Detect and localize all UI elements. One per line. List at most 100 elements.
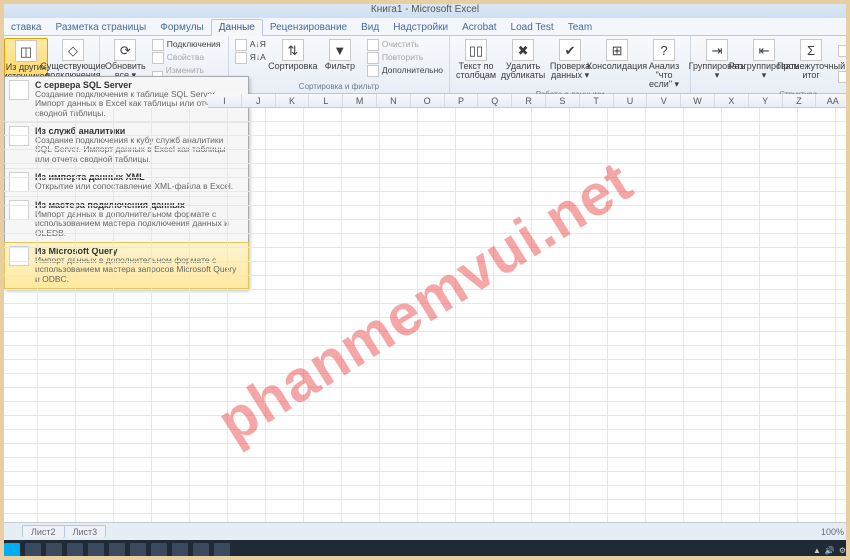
window-titlebar: Книга1 - Microsoft Excel	[0, 0, 850, 18]
consolidate-icon: ⊞	[606, 39, 628, 61]
system-tray[interactable]: ▲ 🔊 ⚙	[813, 546, 846, 555]
col-header[interactable]: AA	[816, 94, 850, 107]
tab-review[interactable]: Рецензирование	[263, 20, 354, 35]
spreadsheet-grid[interactable]: I J K L M N O P Q R S T U V W X Y Z AA	[0, 94, 850, 522]
data-validation-button[interactable]: ✔Проверкаданных ▾	[548, 38, 592, 90]
col-header[interactable]: O	[411, 94, 445, 107]
tab-addins[interactable]: Надстройки	[386, 20, 455, 35]
sort-az-icon	[235, 39, 247, 51]
column-headers[interactable]: I J K L M N O P Q R S T U V W X Y Z AA	[208, 94, 850, 108]
sort-az-button[interactable]: А↓Я	[233, 38, 268, 51]
zoom-level[interactable]: 100%	[821, 527, 850, 537]
sort-za-button[interactable]: Я↓А	[233, 51, 268, 64]
rd-l2: дубликаты	[501, 70, 545, 80]
st-l2: итог	[802, 70, 819, 80]
whatif-icon: ?	[653, 39, 675, 61]
taskbar-icon[interactable]	[193, 543, 209, 557]
cells-area[interactable]	[0, 108, 850, 522]
tab-formulas[interactable]: Формулы	[153, 20, 211, 35]
col-header[interactable]: I	[208, 94, 242, 107]
reapply-label: Повторить	[382, 51, 424, 64]
tab-data[interactable]: Данные	[211, 19, 263, 36]
col-header[interactable]: X	[715, 94, 749, 107]
sort-za-icon	[235, 52, 247, 64]
sheet-tab-bar: Лист2 Лист3 100%	[0, 522, 850, 540]
whatif-button[interactable]: ?Анализ"что если" ▾	[642, 38, 686, 90]
tab-loadtest[interactable]: Load Test	[504, 20, 561, 35]
sort-icon: ⇅	[282, 39, 304, 61]
connections-button[interactable]: Подключения	[150, 38, 224, 51]
sheet-tab[interactable]: Лист2	[22, 525, 65, 538]
refresh-icon: ⟳	[114, 39, 136, 61]
taskbar-icon[interactable]	[88, 543, 104, 557]
taskbar-icon[interactable]	[214, 543, 230, 557]
ribbon-group-outline: ⇥Группировать ▾ ⇤Разгруппировать ▾ ΣПром…	[691, 36, 850, 93]
show-detail-button[interactable]: Отобразить детали	[836, 38, 850, 64]
ribbon-tabs: ставка Разметка страницы Формулы Данные …	[0, 18, 850, 36]
text-to-columns-button[interactable]: ▯▯Текст постолбцам	[454, 38, 498, 90]
col-header[interactable]: U	[614, 94, 648, 107]
ungroup-icon: ⇤	[753, 39, 775, 61]
col-header[interactable]: R	[512, 94, 546, 107]
tray-icon[interactable]: ⚙	[839, 546, 846, 555]
subtotal-button[interactable]: ΣПромежуточныйитог	[789, 38, 833, 90]
tab-acrobat[interactable]: Acrobat	[455, 20, 503, 35]
col-header[interactable]: P	[445, 94, 479, 107]
reapply-icon	[367, 52, 379, 64]
col-header[interactable]: Y	[749, 94, 783, 107]
col-header[interactable]: Z	[783, 94, 817, 107]
advanced-icon	[367, 65, 379, 77]
col-header[interactable]: L	[309, 94, 343, 107]
remove-dup-icon: ✖	[512, 39, 534, 61]
tray-icon[interactable]: ▲	[813, 546, 821, 555]
col-header[interactable]: S	[546, 94, 580, 107]
properties-button[interactable]: Свойства	[150, 51, 224, 64]
col-header[interactable]: Q	[478, 94, 512, 107]
sheet-tab[interactable]: Лист3	[64, 525, 107, 538]
subtotal-icon: Σ	[800, 39, 822, 61]
group-icon: ⇥	[706, 39, 728, 61]
taskbar-icon[interactable]	[172, 543, 188, 557]
col-header[interactable]: N	[377, 94, 411, 107]
plus-icon	[838, 45, 847, 57]
connections-label: Подключения	[167, 38, 221, 51]
col-header[interactable]: K	[276, 94, 310, 107]
dv-l2: данных ▾	[551, 70, 589, 80]
taskbar-icon[interactable]	[46, 543, 62, 557]
col-header[interactable]: J	[242, 94, 276, 107]
start-button[interactable]	[4, 543, 20, 557]
consolidate-button[interactable]: ⊞Консолидация	[595, 38, 639, 90]
reapply-button[interactable]: Повторить	[365, 51, 445, 64]
taskbar-icon[interactable]	[67, 543, 83, 557]
remove-duplicates-button[interactable]: ✖Удалитьдубликаты	[501, 38, 545, 90]
filter-button[interactable]: ▼ Фильтр	[318, 38, 362, 77]
tab-team[interactable]: Team	[561, 20, 599, 35]
tab-insert[interactable]: ставка	[4, 20, 49, 35]
tab-page-layout[interactable]: Разметка страницы	[49, 20, 154, 35]
database-icon: ◫	[15, 40, 37, 62]
taskbar-icon[interactable]	[130, 543, 146, 557]
advanced-filter-button[interactable]: Дополнительно	[365, 64, 445, 77]
link-icon	[152, 39, 164, 51]
taskbar-icon[interactable]	[25, 543, 41, 557]
taskbar-icon[interactable]	[109, 543, 125, 557]
col-header[interactable]: V	[647, 94, 681, 107]
sort-button[interactable]: ⇅ Сортировка	[271, 38, 315, 77]
tab-view[interactable]: Вид	[354, 20, 386, 35]
ribbon-group-sort-filter: А↓Я Я↓А ⇅ Сортировка ▼ Фильтр Очистить П…	[229, 36, 450, 93]
tray-icon[interactable]: 🔊	[825, 546, 835, 555]
clear-filter-button[interactable]: Очистить	[365, 38, 445, 51]
wi-l2: "что если" ▾	[649, 70, 679, 89]
window-title: Книга1 - Microsoft Excel	[371, 4, 479, 15]
col-header[interactable]: W	[681, 94, 715, 107]
validation-icon: ✔	[559, 39, 581, 61]
sort-label: Сортировка	[268, 62, 317, 71]
col-header[interactable]: T	[580, 94, 614, 107]
advanced-label: Дополнительно	[382, 64, 443, 77]
group-label-sort: Сортировка и фильтр	[233, 82, 445, 91]
hide-detail-button[interactable]: Скрыть детали	[836, 64, 850, 90]
clear-icon	[367, 39, 379, 51]
taskbar-icon[interactable]	[151, 543, 167, 557]
col-header[interactable]: M	[343, 94, 377, 107]
filter-label: Фильтр	[325, 62, 355, 71]
